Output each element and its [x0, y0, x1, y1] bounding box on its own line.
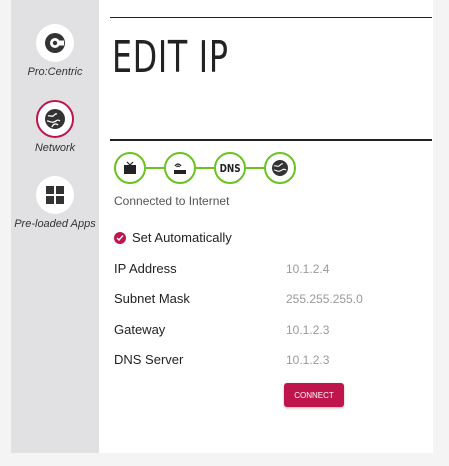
- step-connector: [196, 167, 214, 169]
- dns-server-field: 10.1.2.3: [286, 353, 330, 367]
- sidebar-item-label: Pro:Centric: [27, 66, 83, 78]
- gateway-field: 10.1.2.3: [286, 323, 330, 337]
- page-title: EDIT IP: [112, 32, 229, 83]
- title-divider: [110, 139, 432, 141]
- sidebar-item-pre-loaded-apps[interactable]: Pre-loaded Apps: [11, 176, 99, 230]
- top-divider: [110, 17, 432, 18]
- step-dns: DNS: [214, 152, 246, 184]
- dns-server-label: DNS Server: [114, 352, 184, 367]
- pro-centric-icon: [36, 24, 74, 62]
- subnet-mask-label: Subnet Mask: [114, 291, 190, 306]
- router-icon: [174, 163, 186, 174]
- dns-label: DNS: [219, 161, 241, 175]
- connect-button[interactable]: CONNECT: [284, 383, 344, 407]
- connection-status: Connected to Internet: [114, 194, 230, 208]
- sidebar-item-network[interactable]: Network: [11, 100, 99, 154]
- set-automatically-option[interactable]: Set Automatically: [114, 230, 232, 245]
- subnet-mask-field: 255.255.255.0: [286, 292, 363, 306]
- sidebar: Pro:Centric Network Pre-loaded Apps: [11, 0, 99, 453]
- apps-grid-icon: [36, 176, 74, 214]
- sidebar-item-label: Pre-loaded Apps: [14, 218, 96, 230]
- step-tv: [114, 152, 146, 184]
- sidebar-item-label: Network: [34, 142, 76, 154]
- globe-icon: [272, 160, 288, 176]
- tv-icon: [124, 161, 136, 174]
- step-router: [164, 152, 196, 184]
- ip-address-field: 10.1.2.4: [286, 262, 330, 276]
- globe-icon: [36, 100, 74, 138]
- sidebar-item-pro-centric[interactable]: Pro:Centric: [11, 24, 99, 78]
- checkmark-icon[interactable]: [114, 231, 126, 244]
- bottom-strip: [11, 453, 433, 466]
- set-automatically-label: Set Automatically: [132, 230, 232, 245]
- step-connector: [246, 167, 264, 169]
- ip-address-label: IP Address: [114, 261, 177, 276]
- gateway-label: Gateway: [114, 322, 166, 337]
- step-connector: [146, 167, 164, 169]
- step-internet: [264, 152, 296, 184]
